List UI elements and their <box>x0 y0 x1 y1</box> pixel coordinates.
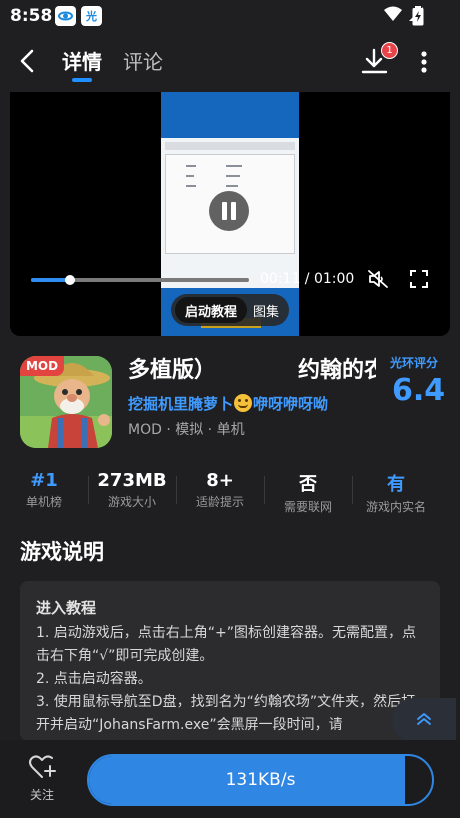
follow-button[interactable]: 关注 <box>20 754 64 810</box>
smiley-emoji-icon <box>234 394 253 412</box>
fullscreen-icon[interactable] <box>409 269 429 289</box>
tab-tutorial-video[interactable]: 启动教程 <box>175 297 247 323</box>
video-tab-switcher: 启动教程 图集 <box>171 294 289 326</box>
video-progress-slider[interactable] <box>31 275 249 285</box>
heart-plus-icon <box>29 755 56 778</box>
mute-icon[interactable] <box>367 268 389 290</box>
download-progress-button[interactable]: 131KB/s <box>87 754 434 806</box>
bottom-action-bar: 关注 131KB/s <box>0 740 460 818</box>
stat-size: 273MB 游戏大小 <box>97 470 167 509</box>
mod-badge: MOD <box>20 356 64 376</box>
more-options-icon[interactable] <box>414 48 434 76</box>
description-line: 1. 启动游戏后，点击右上角“+”图标创建容器。无需配置，点击右下角“√”即可完… <box>36 625 417 664</box>
app-icon: MOD <box>20 356 112 448</box>
video-progress-thumb[interactable] <box>65 275 76 285</box>
description-line: 2. 点击启动容器。 <box>36 671 152 687</box>
back-arrow-icon[interactable] <box>14 46 42 76</box>
ie-icon <box>55 6 76 26</box>
stat-age-rating: 8+ 适龄提示 <box>195 470 244 509</box>
video-player[interactable]: 00:11 / 01:00 启动教程 图集 <box>10 92 450 336</box>
chevron-up-icon <box>417 713 431 725</box>
video-time-readout: 00:11 / 01:00 <box>260 271 355 287</box>
stat-real-name[interactable]: 有游戏内实名 <box>352 470 440 515</box>
status-bar: 8:58 光 <box>0 0 460 32</box>
download-count-badge: 1 <box>381 42 398 59</box>
description-heading: 进入教程 <box>36 599 97 617</box>
download-speed: 131KB/s <box>225 770 296 790</box>
section-title-description: 游戏说明 <box>20 540 104 564</box>
app-tags: MOD · 模拟 · 单机 <box>128 422 245 438</box>
guanghuan-icon: 光 <box>81 6 102 26</box>
pause-button[interactable] <box>209 191 249 231</box>
tab-gallery[interactable]: 图集 <box>253 301 279 320</box>
active-tab-indicator <box>72 78 92 82</box>
status-time: 8:58 <box>10 6 53 26</box>
score-value: 6.4 <box>392 373 446 408</box>
score-label: 光环评分 <box>390 356 439 370</box>
app-subtitle: 挖掘机里腌萝卜 咿呀咿呀呦 <box>128 394 329 413</box>
wifi-icon <box>384 6 402 21</box>
stat-rank[interactable]: #1 单机榜 <box>0 470 88 510</box>
app-title: 多植版） 约翰的农 <box>128 358 376 383</box>
description-line: 3. 使用鼠标导航至D盘，找到名为“约翰农场”文件夹，然后打开并启动“Johan… <box>36 694 416 733</box>
stats-row: #1 单机榜 273MB 游戏大小 8+ 适龄提示 否需要联网 有游戏内实名 <box>12 470 448 514</box>
tab-details[interactable]: 详情 <box>62 46 102 75</box>
description-card: 进入教程 1. 启动游戏后，点击右上角“+”图标创建容器。无需配置，点击右下角“… <box>20 581 440 741</box>
tab-comments[interactable]: 评论 <box>123 46 163 75</box>
top-nav-bar: 详情 评论 1 <box>0 32 460 88</box>
stat-online: 否需要联网 <box>283 474 332 514</box>
battery-icon <box>412 6 424 26</box>
scroll-to-top-button[interactable] <box>392 698 456 742</box>
